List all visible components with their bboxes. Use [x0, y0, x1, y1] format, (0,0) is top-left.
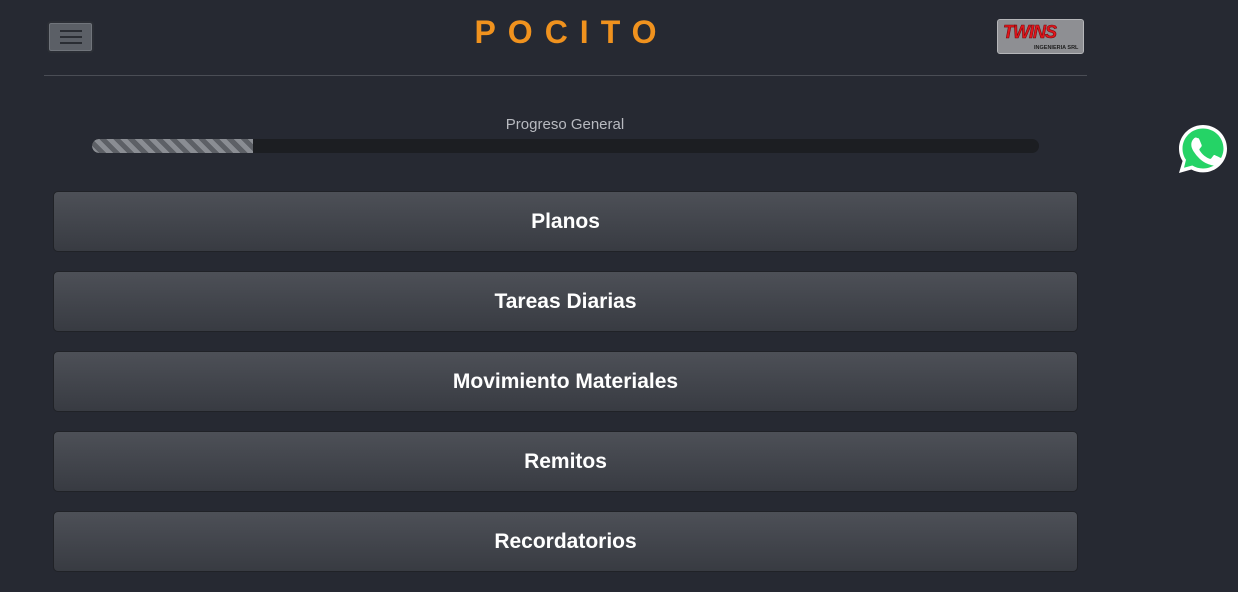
menu-button-planos[interactable]: Planos: [53, 191, 1078, 252]
whatsapp-button[interactable]: [1177, 123, 1229, 175]
header: POCITO TWINS INGENIERIA SRL: [44, 0, 1087, 76]
menu-button-tareas-diarias[interactable]: Tareas Diarias: [53, 271, 1078, 332]
svg-text:INGENIERIA SRL: INGENIERIA SRL: [1034, 45, 1079, 51]
menu-button-remitos[interactable]: Remitos: [53, 431, 1078, 492]
svg-text:TWINS: TWINS: [1003, 22, 1057, 42]
whatsapp-icon: [1179, 125, 1227, 173]
menu-button-movimiento-materiales[interactable]: Movimiento Materiales: [53, 351, 1078, 412]
page-title: POCITO: [474, 14, 669, 50]
menu-button-recordatorios[interactable]: Recordatorios: [53, 511, 1078, 572]
progress-label: Progreso General: [505, 116, 625, 133]
page: POCITO TWINS INGENIERIA SRL Progreso Gen…: [0, 0, 1238, 592]
progress-bar-fill: [92, 139, 253, 153]
progress-bar: [92, 139, 1039, 153]
menu-list: Planos Tareas Diarias Movimiento Materia…: [53, 191, 1078, 591]
company-logo[interactable]: TWINS INGENIERIA SRL: [997, 19, 1084, 54]
